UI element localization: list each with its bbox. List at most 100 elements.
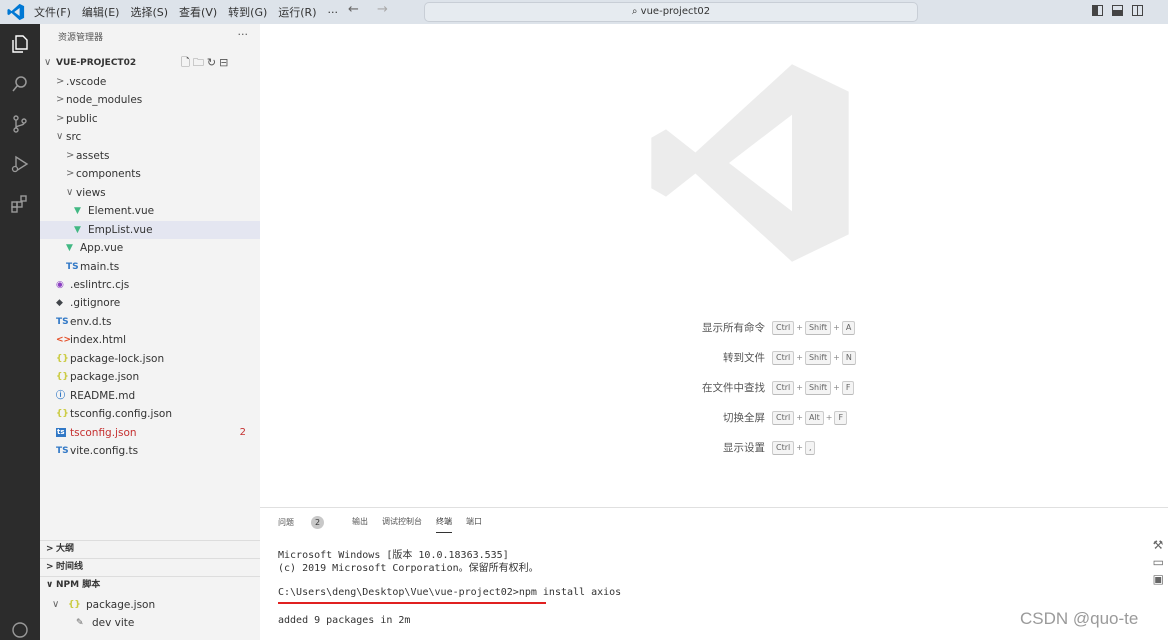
tree-file[interactable]: {} package-lock.json	[40, 350, 260, 368]
menu-more[interactable]: ···	[328, 6, 339, 19]
tree-file[interactable]: {} tsconfig.config.json	[40, 405, 260, 423]
tree-file[interactable]: ▼ App.vue	[40, 239, 260, 257]
menu-run[interactable]: 运行(R)	[278, 4, 316, 20]
run-debug-icon[interactable]	[10, 154, 30, 174]
source-control-icon[interactable]	[10, 114, 30, 134]
git-file-icon: ◆	[56, 298, 63, 309]
npm-package-row[interactable]: ∨ {} package.json	[40, 596, 260, 614]
tree-file[interactable]: <> index.html	[40, 331, 260, 349]
terminal-line: (c) 2019 Microsoft Corporation。保留所有权利。	[278, 563, 539, 574]
tree-folder[interactable]: > .vscode	[40, 73, 260, 91]
project-header[interactable]: ∨ VUE-PROJECT02 🗋🗀↻⊟	[40, 54, 260, 72]
outline-section[interactable]: > 大纲	[40, 540, 260, 558]
activity-bar	[0, 24, 40, 640]
menu-selection[interactable]: 选择(S)	[130, 4, 168, 20]
tools-icon[interactable]: ⚒	[1153, 538, 1164, 552]
more-actions-icon[interactable]: ···	[238, 28, 249, 41]
tree-item-label: README.md	[70, 389, 136, 402]
back-arrow-icon[interactable]: ←	[348, 2, 359, 17]
tree-item-label: assets	[76, 149, 110, 162]
terminal-line[interactable]: C:\Users\deng\Desktop\Vue\vue-project02>…	[278, 587, 621, 598]
tree-file[interactable]: ▼ EmpList.vue	[40, 220, 260, 239]
tree-file[interactable]: TS vite.config.ts	[40, 442, 260, 460]
command-center-text: vue-project02	[640, 6, 711, 17]
tab-output[interactable]: 输出	[352, 516, 368, 529]
command-center[interactable]: ⌕ vue-project02	[424, 2, 918, 22]
toggle-sidebar-icon[interactable]	[1092, 5, 1103, 16]
tree-file[interactable]: ◆ .gitignore	[40, 294, 260, 312]
shortcut-hint: 显示设置 Ctrl +,	[610, 439, 1010, 457]
terminal-instance-icon[interactable]: ▣	[1153, 572, 1164, 586]
tree-file[interactable]: ◉ .eslintrc.cjs	[40, 276, 260, 294]
tab-ports[interactable]: 端口	[466, 516, 482, 529]
refresh-icon[interactable]: ↻	[207, 56, 219, 69]
plus-separator: +	[796, 413, 803, 422]
forward-arrow-icon[interactable]: →	[377, 2, 388, 17]
keybinding: Ctrl + Shift + N	[770, 349, 858, 367]
tree-folder[interactable]: > public	[40, 110, 260, 128]
menu-view[interactable]: 查看(V)	[179, 4, 217, 20]
key-cap: Ctrl	[772, 441, 795, 455]
plus-separator: +	[833, 323, 840, 332]
tree-file[interactable]: ▼ Element.vue	[40, 202, 260, 220]
wrench-icon: ✎	[76, 618, 84, 628]
layout-controls	[1092, 5, 1152, 16]
tree-item-label: main.ts	[80, 260, 120, 273]
shortcut-hint: 在文件中查找 Ctrl + Shift + F	[610, 379, 1010, 397]
shortcut-hint: 切换全屏 Ctrl + Alt + F	[610, 409, 1010, 427]
menu-go[interactable]: 转到(G)	[228, 4, 267, 20]
tree-folder[interactable]: > node_modules	[40, 91, 260, 109]
timeline-section[interactable]: > 时间线	[40, 558, 260, 576]
tree-file[interactable]: TS env.d.ts	[40, 313, 260, 331]
tree-file[interactable]: ⓘ README.md	[40, 387, 260, 405]
search-icon: ⌕	[631, 6, 638, 17]
terminal-line: added 9 packages in 2m	[278, 615, 411, 626]
account-icon[interactable]	[10, 620, 30, 640]
menu-bar: 文件(F) 编辑(E) 选择(S) 查看(V) 转到(G) 运行(R) ···	[34, 0, 349, 24]
new-file-icon[interactable]: 🗋	[181, 56, 193, 69]
tree-item-label: package-lock.json	[70, 352, 165, 365]
tree-folder[interactable]: > components	[40, 165, 260, 183]
terminal-instance-icon[interactable]: ▭	[1153, 555, 1164, 569]
toggle-secondary-sidebar-icon[interactable]	[1132, 5, 1143, 16]
tree-item-label: vite.config.ts	[70, 445, 139, 457]
tree-item-label: src	[66, 131, 82, 144]
json-file-icon: {}	[56, 372, 69, 383]
tree-folder[interactable]: > assets	[40, 147, 260, 165]
tab-debug-console[interactable]: 调试控制台	[382, 516, 422, 529]
explorer-sidebar: 资源管理器 ··· ∨ VUE-PROJECT02 🗋🗀↻⊟ > .vscode >…	[40, 24, 260, 640]
tree-file[interactable]: {} package.json	[40, 368, 260, 386]
key-cap: A	[841, 321, 856, 335]
title-bar: 文件(F) 编辑(E) 选择(S) 查看(V) 转到(G) 运行(R) ··· …	[0, 0, 1168, 24]
json-icon: {}	[68, 600, 81, 610]
chevron-right-icon: >	[46, 562, 54, 572]
chevron-right-icon: >	[56, 112, 65, 124]
json-file-icon: {}	[56, 353, 69, 364]
tab-terminal[interactable]: 终端	[436, 516, 452, 533]
new-folder-icon[interactable]: 🗀	[193, 56, 207, 69]
csdn-watermark: CSDN @quo-te	[1020, 609, 1139, 628]
vscode-logo-icon[interactable]	[7, 3, 25, 21]
key-cap: F	[841, 381, 855, 395]
plus-separator: +	[825, 413, 833, 422]
explorer-icon[interactable]	[10, 34, 30, 54]
search-icon[interactable]	[10, 74, 30, 94]
tree-item-label: index.html	[70, 334, 126, 347]
tree-file[interactable]: TS main.ts	[40, 258, 260, 276]
tree-file[interactable]: ts tsconfig.json 2	[40, 424, 260, 442]
tab-problems[interactable]: 问题 2	[278, 516, 338, 529]
tree-item-label: node_modules	[66, 94, 143, 107]
shortcut-label: 在文件中查找	[702, 382, 765, 394]
toggle-panel-icon[interactable]	[1112, 5, 1123, 16]
plus-separator: +	[796, 353, 803, 362]
tree-folder[interactable]: ∨ views	[40, 184, 260, 202]
tree-folder[interactable]: ∨ src	[40, 128, 260, 146]
npm-script-row[interactable]: ✎ dev vite	[40, 614, 260, 632]
tree-item-label: Element.vue	[88, 205, 155, 218]
extensions-icon[interactable]	[10, 194, 30, 214]
npm-scripts-section[interactable]: ∨ NPM 脚本	[40, 576, 260, 594]
menu-edit[interactable]: 编辑(E)	[82, 4, 120, 20]
menu-file[interactable]: 文件(F)	[34, 4, 71, 20]
collapse-icon[interactable]: ⊟	[219, 56, 231, 69]
panel-side-icons: ⚒ ▭ ▣	[1153, 538, 1164, 589]
